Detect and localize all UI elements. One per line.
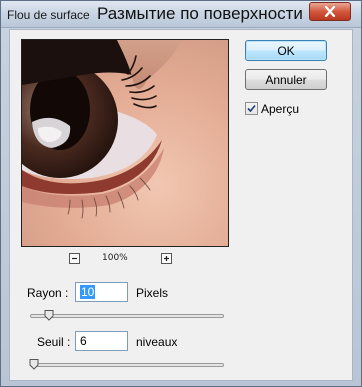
rayon-value: 10 [80,285,96,299]
rayon-slider-track[interactable] [30,314,224,318]
checkmark-icon [247,104,256,113]
seuil-input[interactable]: 6 [75,331,128,351]
plus-icon [164,256,169,261]
dialog-subtitle: Размытие по поверхности [97,4,303,23]
rayon-slider-thumb[interactable] [44,310,54,321]
zoom-level: 100% [102,253,128,263]
seuil-value: 6 [80,334,87,348]
preview-checkbox[interactable] [245,102,258,115]
zoom-in-button[interactable] [161,253,172,264]
seuil-unit: niveaux [136,335,178,349]
rayon-input[interactable]: 10 [75,282,128,302]
minus-icon [72,257,77,260]
dialog-title: Flou de surface [7,8,90,22]
preview-checkbox-label: Aperçu [261,102,300,116]
rayon-unit: Pixels [136,286,169,300]
seuil-label: Seuil : [37,335,71,349]
dialog-body: 100% Rayon : 10 Pixels Seuil : 6 niveaux [9,29,353,381]
eye-preview-graphic [22,40,228,246]
title-bar[interactable]: Flou de surface Размытие по поверхности [1,1,361,28]
preview-image[interactable] [21,39,229,247]
zoom-out-button[interactable] [69,253,80,264]
close-button[interactable] [309,2,351,21]
dialog-window: Flou de surface Размытие по поверхности [0,0,362,387]
seuil-slider-thumb[interactable] [29,359,39,370]
ok-button[interactable]: OK [245,40,327,61]
rayon-label: Rayon : [27,286,69,300]
seuil-slider-track[interactable] [30,363,224,367]
close-x-icon [324,6,336,17]
cancel-button[interactable]: Annuler [245,69,327,90]
